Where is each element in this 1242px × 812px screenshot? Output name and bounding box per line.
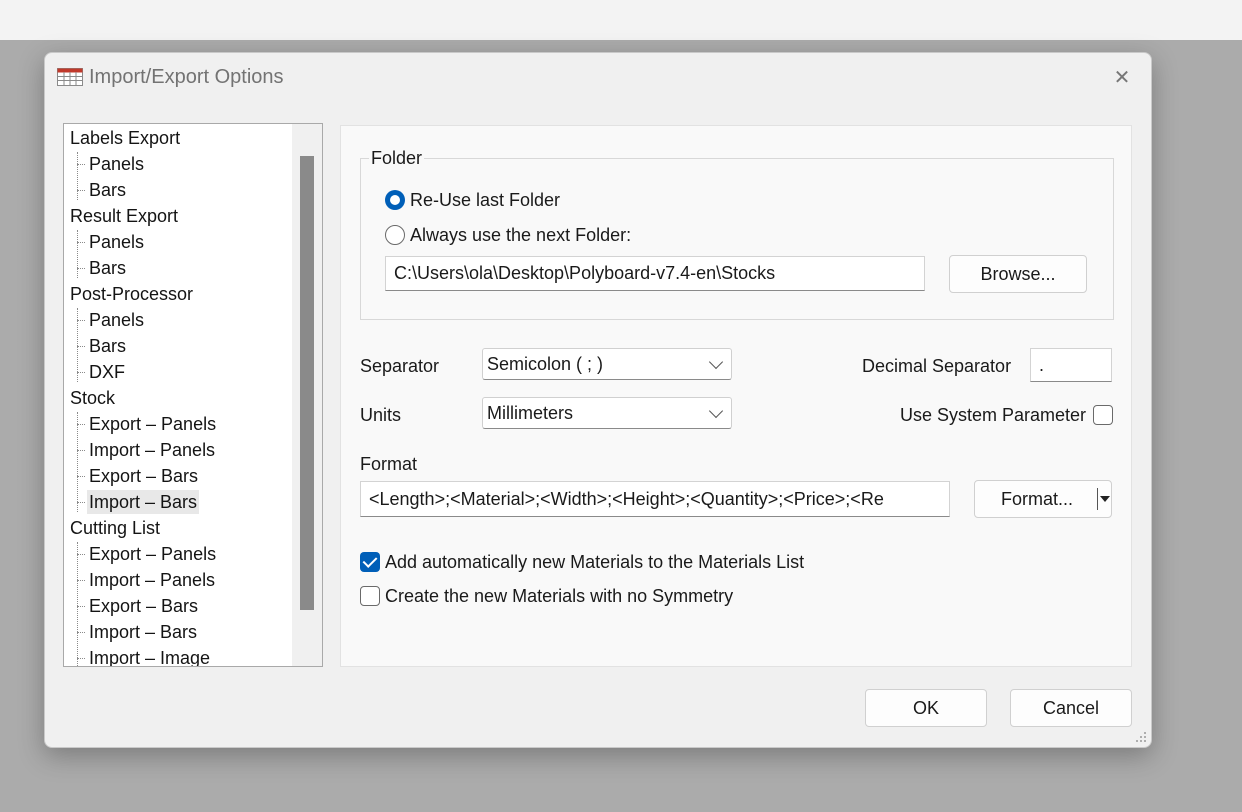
tree-item-result-panels[interactable]: Panels: [89, 230, 144, 254]
tree-connector: [77, 424, 85, 425]
system-parameter-checkbox[interactable]: [1093, 405, 1113, 425]
always-folder-label[interactable]: Always use the next Folder:: [410, 225, 631, 246]
options-tree[interactable]: Labels Export Panels Bars Result Export …: [63, 123, 323, 667]
tree-connector: [77, 320, 85, 321]
tree-connector: [77, 542, 78, 666]
tree-item-result-export[interactable]: Result Export: [70, 204, 178, 228]
tree-item-post-dxf[interactable]: DXF: [89, 360, 125, 384]
add-materials-checkbox[interactable]: [360, 552, 380, 572]
format-button[interactable]: Format...: [974, 480, 1112, 518]
folder-group-title: Folder: [369, 148, 425, 169]
tree-connector: [77, 412, 78, 512]
tree-connector: [77, 268, 85, 269]
separator-label: Separator: [360, 356, 440, 376]
tree-connector: [77, 450, 85, 451]
tree-item-post-panels[interactable]: Panels: [89, 308, 144, 332]
tree-item-stock-import-panels[interactable]: Import – Panels: [89, 438, 215, 462]
tree-item-stock-import-bars[interactable]: Import – Bars: [87, 490, 200, 514]
no-symmetry-checkbox[interactable]: [360, 586, 380, 606]
tree-item-labels-panels[interactable]: Panels: [89, 152, 144, 176]
tree-connector: [77, 164, 85, 165]
tree-item-labels-export[interactable]: Labels Export: [70, 126, 180, 150]
tree-connector: [77, 230, 78, 278]
tree-item-cutting-list[interactable]: Cutting List: [70, 516, 160, 540]
resize-grip-icon[interactable]: [1133, 729, 1147, 743]
browse-button[interactable]: Browse...: [949, 255, 1087, 293]
cancel-button[interactable]: Cancel: [1010, 689, 1132, 727]
format-button-label: Format...: [1000, 489, 1073, 509]
separator-select[interactable]: Semicolon ( ; ): [482, 348, 732, 380]
import-export-dialog: Import/Export Options ✕ Labels Export Pa…: [44, 52, 1152, 748]
tree-scrollbar-thumb[interactable]: [300, 156, 314, 610]
reuse-folder-label[interactable]: Re-Use last Folder: [410, 190, 560, 211]
tree-connector: [77, 580, 85, 581]
chevron-down-icon: [708, 403, 724, 419]
tree-connector: [77, 242, 85, 243]
format-label: Format: [360, 454, 418, 474]
options-panel: Folder Re-Use last Folder Always use the…: [340, 125, 1132, 667]
ok-button[interactable]: OK: [865, 689, 987, 727]
tree-item-cutting-import-image[interactable]: Import – Image: [89, 646, 210, 666]
tree-connector: [77, 372, 85, 373]
format-input[interactable]: <Length>;<Material>;<Width>;<Height>;<Qu…: [360, 481, 950, 517]
folder-path-input[interactable]: C:\Users\ola\Desktop\Polyboard-v7.4-en\S…: [385, 256, 925, 291]
tree-item-stock-export-bars[interactable]: Export – Bars: [89, 464, 198, 488]
format-split-divider: [1097, 488, 1098, 510]
decimal-separator-label: Decimal Separator: [862, 356, 1012, 376]
reuse-folder-radio[interactable]: [385, 190, 405, 210]
chevron-down-icon: [708, 354, 724, 370]
tree-item-labels-bars[interactable]: Bars: [89, 178, 126, 202]
dialog-title: Import/Export Options: [89, 66, 284, 88]
checkmark-icon: [362, 553, 378, 568]
units-select[interactable]: Millimeters: [482, 397, 732, 429]
tree-connector: [77, 554, 85, 555]
close-icon[interactable]: ✕: [1107, 65, 1137, 91]
tree-connector: [77, 502, 85, 503]
caret-down-icon[interactable]: [1100, 496, 1110, 503]
always-folder-radio[interactable]: [385, 225, 405, 245]
tree-connector: [77, 606, 85, 607]
tree-connector: [77, 632, 85, 633]
desktop-top-strip: [0, 0, 1242, 40]
tree-connector: [77, 346, 85, 347]
tree-connector: [77, 190, 85, 191]
separator-select-value: Semicolon ( ; ): [487, 354, 604, 374]
tree-item-stock[interactable]: Stock: [70, 386, 115, 410]
units-select-value: Millimeters: [487, 403, 574, 423]
system-parameter-label: Use System Parameter: [900, 405, 1087, 425]
tree-item-cutting-export-bars[interactable]: Export – Bars: [89, 594, 198, 618]
no-symmetry-label[interactable]: Create the new Materials with no Symmetr…: [385, 586, 733, 607]
tree-item-cutting-import-panels[interactable]: Import – Panels: [89, 568, 215, 592]
add-materials-label[interactable]: Add automatically new Materials to the M…: [385, 552, 804, 573]
tree-item-cutting-export-panels[interactable]: Export – Panels: [89, 542, 216, 566]
tree-item-post-processor[interactable]: Post-Processor: [70, 282, 193, 306]
tree-item-post-bars[interactable]: Bars: [89, 334, 126, 358]
tree-item-result-bars[interactable]: Bars: [89, 256, 126, 280]
tree-item-cutting-import-bars[interactable]: Import – Bars: [89, 620, 197, 644]
tree-connector: [77, 658, 85, 659]
tree-connector: [77, 152, 78, 200]
tree-connector: [77, 476, 85, 477]
spreadsheet-icon: [57, 68, 83, 86]
decimal-separator-input[interactable]: .: [1030, 348, 1112, 382]
units-label: Units: [360, 405, 402, 425]
tree-item-stock-export-panels[interactable]: Export – Panels: [89, 412, 216, 436]
